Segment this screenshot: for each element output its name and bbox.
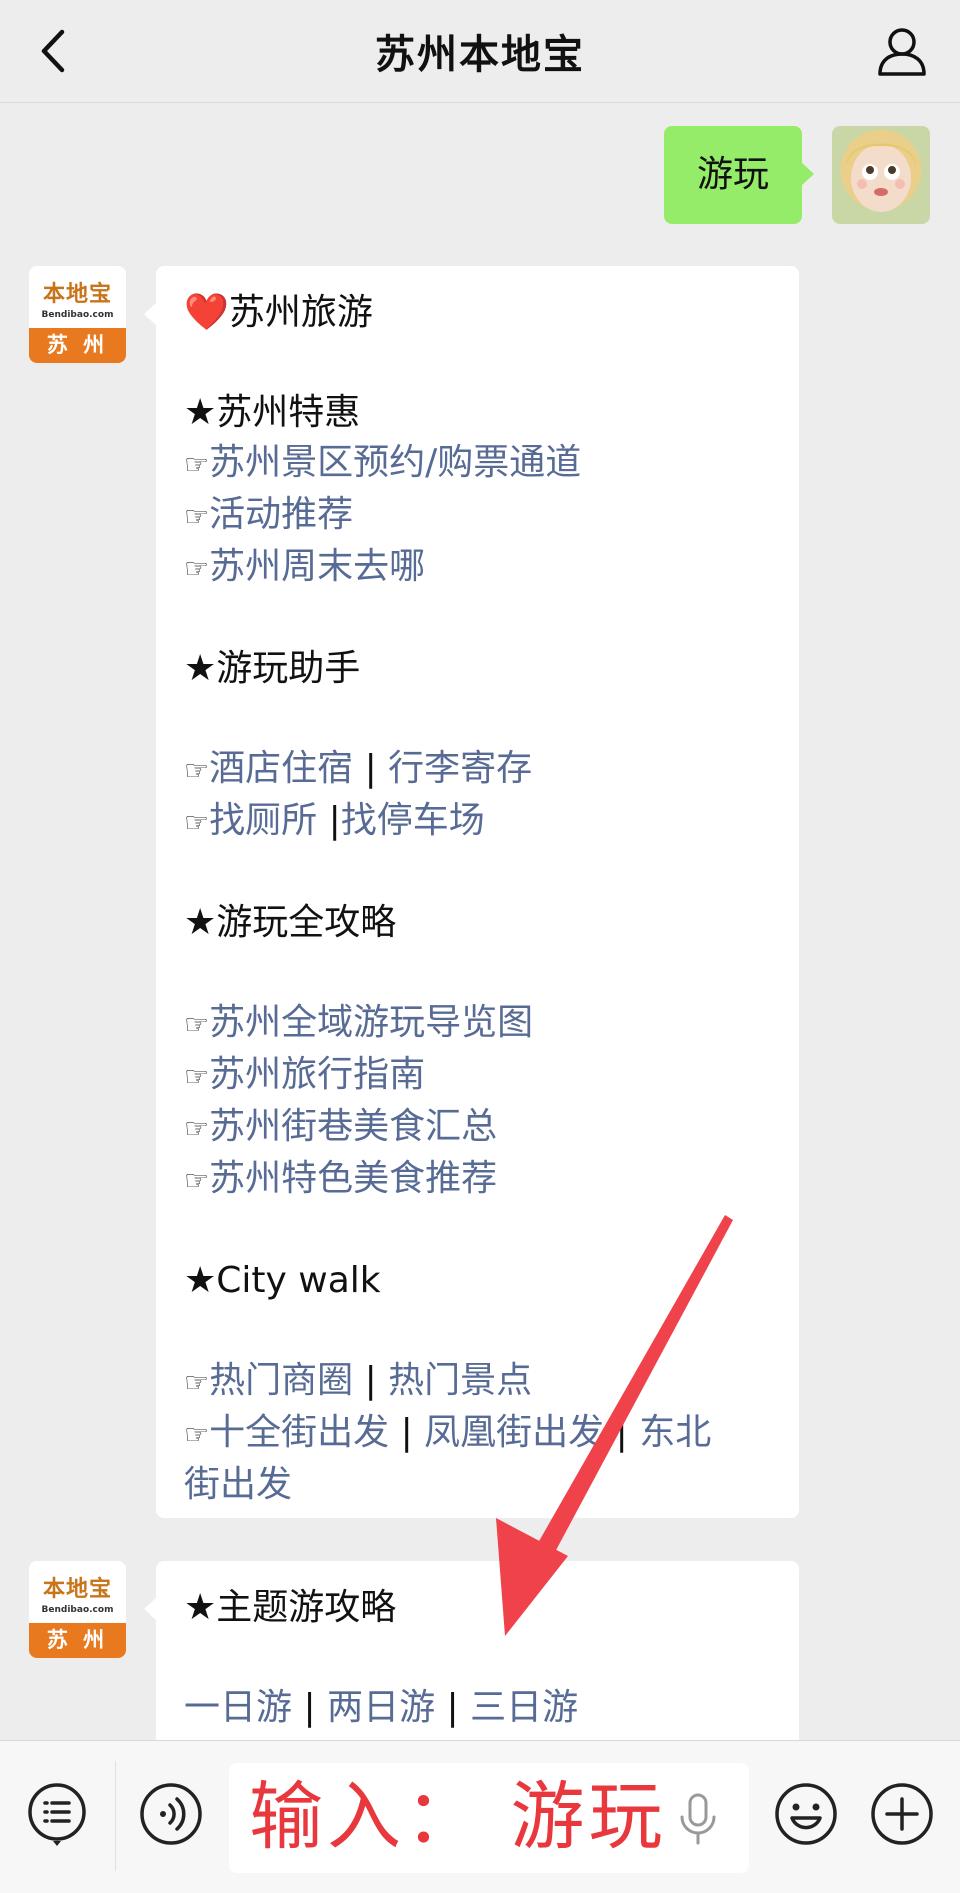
list-item: ☞苏州周末去哪 — [184, 542, 771, 594]
logo-city-label: 苏 州 — [29, 328, 126, 363]
link-fenghuang-street[interactable]: 凤凰街出发 — [424, 1412, 604, 1453]
list-item: ☞苏州特色美食推荐 — [184, 1154, 771, 1206]
link-hot-spots[interactable]: 热门景点 — [388, 1360, 532, 1401]
list-item: 街出发 — [184, 1460, 771, 1510]
emoji-button[interactable] — [773, 1781, 839, 1847]
pointing-hand-icon: ☞ — [184, 806, 210, 839]
person-icon — [878, 28, 926, 76]
link-scenic-booking[interactable]: 苏州景区预约/购票通道 — [209, 442, 581, 483]
pointing-hand-icon: ☞ — [184, 448, 210, 481]
section-title: ★City walk — [184, 1260, 381, 1301]
menu-toggle-button[interactable] — [24, 1781, 90, 1847]
plus-circle-icon — [871, 1783, 933, 1845]
top-navigation-bar: 苏州本地宝 — [0, 0, 960, 103]
pointing-hand-icon: ☞ — [184, 552, 210, 585]
list-item: ☞苏州景区预约/购票通道 — [184, 438, 771, 490]
link-hotel[interactable]: 酒店住宿 — [209, 748, 353, 789]
voice-icon — [140, 1783, 202, 1845]
list-item: 一日游 | 两日游 | 三日游 — [184, 1687, 579, 1728]
link-dongbei-street-cont[interactable]: 街出发 — [184, 1464, 292, 1505]
section-title: ★游玩助手 — [184, 648, 361, 689]
pointing-hand-icon: ☞ — [184, 1366, 210, 1399]
menu-list-icon — [28, 1783, 86, 1846]
voice-input-button[interactable] — [138, 1781, 204, 1847]
pointing-hand-icon: ☞ — [184, 1008, 210, 1041]
profile-button[interactable] — [874, 24, 930, 80]
section-title: ★游玩全攻略 — [184, 902, 397, 943]
link-two-day-trip[interactable]: 两日游 — [327, 1687, 435, 1728]
sent-message-row: 游玩 — [630, 126, 930, 224]
link-toilet[interactable]: 找厕所 — [209, 800, 317, 841]
smiley-icon — [775, 1783, 837, 1845]
list-item: ☞苏州旅行指南 — [184, 1050, 771, 1102]
input-text: 输入： 游玩 — [249, 1774, 667, 1860]
link-activities[interactable]: 活动推荐 — [209, 494, 353, 535]
link-weekend[interactable]: 苏州周末去哪 — [209, 546, 425, 587]
link-one-day-trip[interactable]: 一日游 — [184, 1687, 292, 1728]
bendibao-logo: 本地宝 Bendibao.com — [29, 1561, 126, 1623]
official-account-avatar[interactable]: 本地宝 Bendibao.com 苏 州 — [29, 266, 126, 363]
link-travel-guide[interactable]: 苏州旅行指南 — [209, 1054, 425, 1095]
official-account-avatar[interactable]: 本地宝 Bendibao.com 苏 州 — [29, 1561, 126, 1658]
doll-avatar-image — [846, 143, 916, 212]
pointing-hand-icon: ☞ — [184, 1418, 210, 1451]
list-item: ☞十全街出发 | 凤凰街出发 | 东北 — [184, 1412, 712, 1453]
received-message-bubble: ❤️苏州旅游 ★苏州特惠 ☞苏州景区预约/购票通道 ☞活动推荐 ☞苏州周末去哪 … — [144, 266, 799, 1518]
section-title: ★苏州特惠 — [184, 392, 361, 433]
link-dongbei-street[interactable]: 东北 — [639, 1412, 711, 1453]
pointing-hand-icon: ☞ — [184, 1164, 210, 1197]
message-heading: ❤️苏州旅游 — [184, 292, 373, 333]
link-parking[interactable]: 找停车场 — [341, 800, 485, 841]
link-shopping-areas[interactable]: 热门商圈 — [209, 1360, 353, 1401]
link-street-food[interactable]: 苏州街巷美食汇总 — [209, 1106, 497, 1147]
list-item: ☞找厕所 |找停车场 — [184, 800, 485, 841]
more-options-button[interactable] — [869, 1781, 935, 1847]
sent-message-bubble[interactable]: 游玩 — [664, 126, 814, 224]
list-item: ☞活动推荐 — [184, 490, 771, 542]
link-shiquan-street[interactable]: 十全街出发 — [209, 1412, 389, 1453]
user-avatar[interactable] — [832, 126, 930, 224]
pointing-hand-icon: ☞ — [184, 1112, 210, 1145]
logo-city-label: 苏 州 — [29, 1623, 126, 1658]
chat-input-bar: 输入： 游玩 — [0, 1740, 960, 1893]
received-message-bubble: ★主题游攻略 一日游 | 两日游 | 三日游 — [144, 1561, 799, 1761]
list-item: ☞苏州街巷美食汇总 — [184, 1102, 771, 1154]
list-item: ☞苏州全域游玩导览图 — [184, 998, 771, 1050]
pointing-hand-icon: ☞ — [184, 1060, 210, 1093]
list-item: ☞热门商圈 | 热门景点 — [184, 1360, 533, 1401]
link-local-food[interactable]: 苏州特色美食推荐 — [209, 1158, 497, 1199]
bendibao-logo: 本地宝 Bendibao.com — [29, 266, 126, 328]
message-input[interactable]: 输入： 游玩 — [229, 1763, 749, 1873]
pointing-hand-icon: ☞ — [184, 754, 210, 787]
section-title: ★主题游攻略 — [184, 1587, 397, 1628]
link-three-day-trip[interactable]: 三日游 — [470, 1687, 578, 1728]
list-item: ☞酒店住宿 | 行李寄存 — [184, 748, 533, 789]
page-title: 苏州本地宝 — [375, 32, 585, 78]
divider — [115, 1761, 116, 1871]
pointing-hand-icon: ☞ — [184, 500, 210, 533]
link-luggage[interactable]: 行李寄存 — [388, 748, 532, 789]
link-guide-map[interactable]: 苏州全域游玩导览图 — [209, 1002, 533, 1043]
heart-icon: ❤️ — [184, 292, 229, 333]
microphone-icon[interactable] — [673, 1791, 723, 1847]
